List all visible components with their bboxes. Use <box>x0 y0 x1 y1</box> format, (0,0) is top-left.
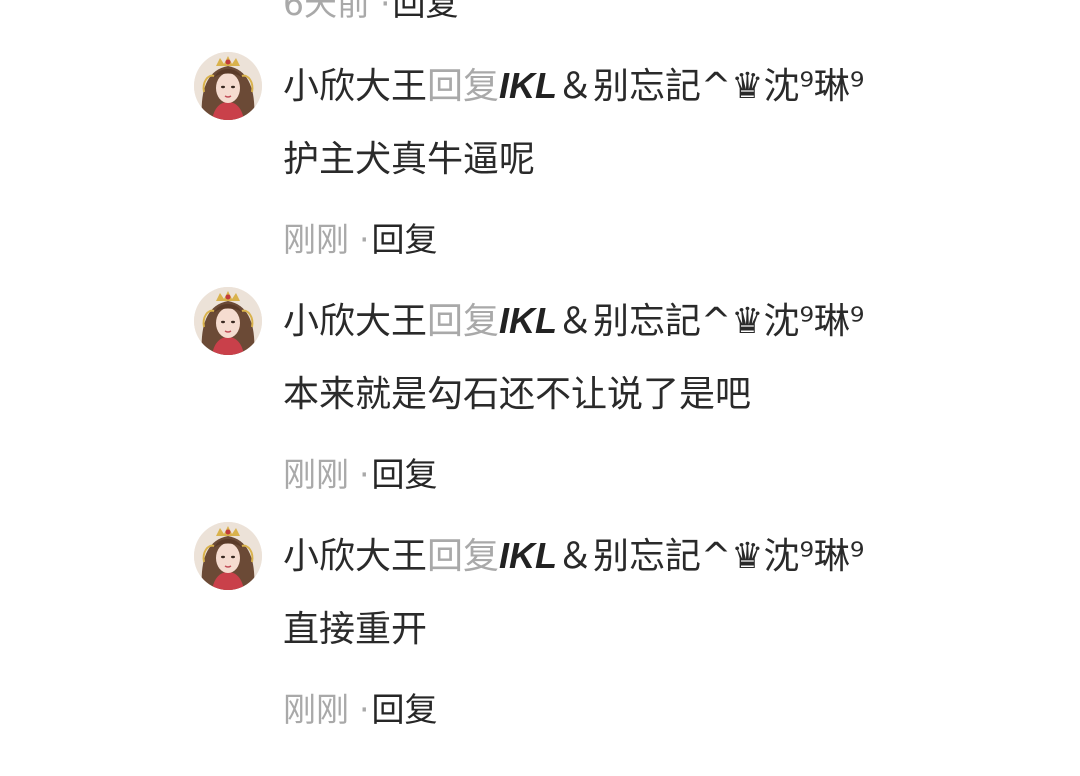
avatar-portrait-icon <box>194 522 262 590</box>
comment-time: 刚刚 <box>283 455 349 494</box>
comment-header: 小欣大王回复IKL＆别忘記^♛沈⁹琳⁹ <box>283 297 864 346</box>
comment-time: 6天前 <box>283 0 370 23</box>
comment-item: 小欣大王回复IKL＆别忘記^♛沈⁹琳⁹ 本来就是勾石还不让说了是吧 刚刚 ·回复 <box>0 287 1080 517</box>
reply-button[interactable]: 回复 <box>372 690 438 729</box>
dot-separator: · <box>359 455 370 494</box>
comment-meta: 刚刚 ·回复 <box>283 220 438 260</box>
author-name[interactable]: 小欣大王 <box>283 536 427 577</box>
avatar[interactable] <box>194 287 262 355</box>
reply-word: 回复 <box>427 66 500 107</box>
previous-comment-meta: 6天前 ·回复 <box>283 0 459 24</box>
reply-target-name-rest[interactable]: ＆别忘記^♛沈⁹琳⁹ <box>557 66 864 107</box>
reply-target-name[interactable]: IKL <box>499 535 557 576</box>
reply-word: 回复 <box>427 301 500 342</box>
author-name[interactable]: 小欣大王 <box>283 66 427 107</box>
reply-word: 回复 <box>427 536 500 577</box>
author-name[interactable]: 小欣大王 <box>283 301 427 342</box>
avatar-portrait-icon <box>194 287 262 355</box>
dot-separator: · <box>359 690 370 729</box>
comment-item: 小欣大王回复IKL＆别忘記^♛沈⁹琳⁹ 护主犬真牛逼呢 刚刚 ·回复 <box>0 52 1080 282</box>
comment-meta: 刚刚 ·回复 <box>283 455 438 495</box>
comment-text: 本来就是勾石还不让说了是吧 <box>283 374 752 415</box>
comment-text: 护主犬真牛逼呢 <box>283 139 536 180</box>
reply-button[interactable]: 回复 <box>372 455 438 494</box>
comment-time: 刚刚 <box>283 690 349 729</box>
reply-button[interactable]: 回复 <box>393 0 459 23</box>
avatar[interactable] <box>194 52 262 120</box>
avatar[interactable] <box>194 522 262 590</box>
dot-separator: · <box>359 220 370 259</box>
comment-text: 直接重开 <box>283 609 428 650</box>
comment-meta: 刚刚 ·回复 <box>283 690 438 730</box>
reply-button[interactable]: 回复 <box>372 220 438 259</box>
comment-header: 小欣大王回复IKL＆别忘記^♛沈⁹琳⁹ <box>283 62 864 111</box>
avatar-portrait-icon <box>194 52 262 120</box>
comment-thread: 6天前 ·回复 小欣大王回复IKL＆别忘記^♛沈⁹琳⁹ 护主犬真牛逼呢 刚刚 ·… <box>0 0 1080 776</box>
reply-target-name-rest[interactable]: ＆别忘記^♛沈⁹琳⁹ <box>557 536 864 577</box>
comment-header: 小欣大王回复IKL＆别忘記^♛沈⁹琳⁹ <box>283 532 864 581</box>
dot-separator: · <box>380 0 391 23</box>
reply-target-name[interactable]: IKL <box>499 300 557 341</box>
comment-item: 小欣大王回复IKL＆别忘記^♛沈⁹琳⁹ 直接重开 刚刚 ·回复 <box>0 522 1080 752</box>
reply-target-name-rest[interactable]: ＆别忘記^♛沈⁹琳⁹ <box>557 301 864 342</box>
reply-target-name[interactable]: IKL <box>499 65 557 106</box>
comment-time: 刚刚 <box>283 220 349 259</box>
